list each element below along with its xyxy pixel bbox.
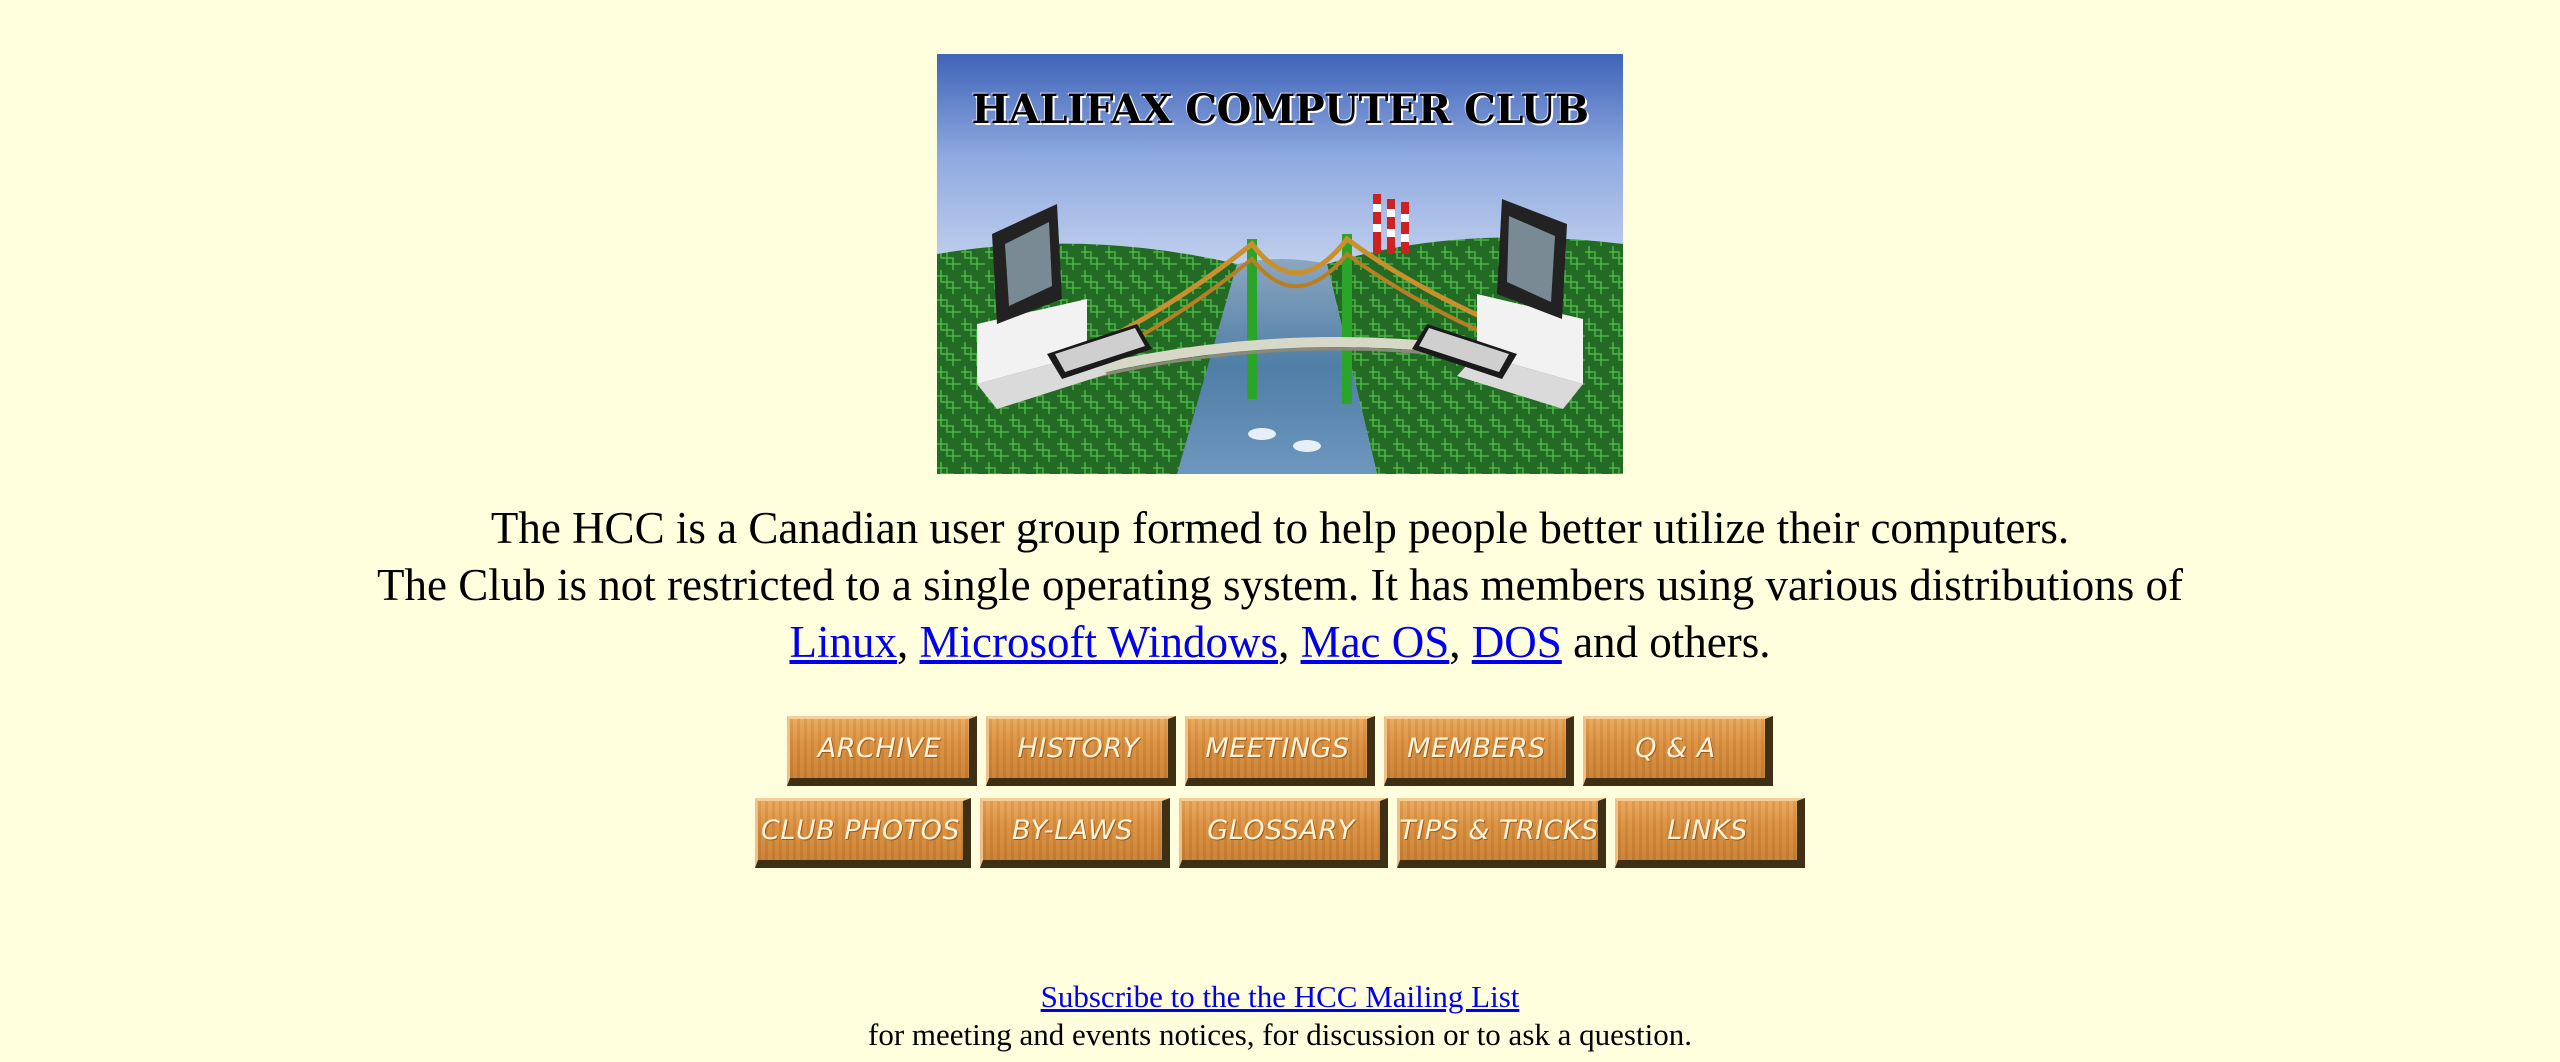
button-label: ARCHIVE bbox=[817, 733, 942, 764]
intro-text: The HCC is a Canadian user group formed … bbox=[0, 500, 2560, 671]
subscribe-mailing-list-link[interactable]: Subscribe to the the HCC Mailing List bbox=[1041, 979, 1520, 1014]
mailing-list-note: for meeting and events notices, for disc… bbox=[868, 1017, 1692, 1052]
button-label: MEMBERS bbox=[1407, 733, 1546, 764]
mailing-list-section: Subscribe to the the HCC Mailing List fo… bbox=[0, 978, 2560, 1054]
button-label: Q & A bbox=[1635, 733, 1716, 764]
separator: , bbox=[1278, 617, 1290, 667]
club-photos-button[interactable]: CLUB PHOTOS bbox=[755, 798, 971, 868]
page: HALIFAX COMPUTER CLUB The HCC is a Canad… bbox=[0, 0, 2560, 1062]
separator: , bbox=[1449, 617, 1461, 667]
button-label: CLUB PHOTOS bbox=[761, 815, 960, 846]
members-button[interactable]: MEMBERS bbox=[1384, 716, 1574, 786]
mac-os-link[interactable]: Mac OS bbox=[1301, 617, 1450, 667]
button-label: TIPS & TRICKS bbox=[1399, 815, 1599, 846]
glossary-button[interactable]: GLOSSARY bbox=[1179, 798, 1388, 868]
nav-row-1: ARCHIVE HISTORY MEETINGS MEMBERS Q & A bbox=[0, 716, 2560, 786]
tips-and-tricks-button[interactable]: TIPS & TRICKS bbox=[1397, 798, 1606, 868]
club-banner-image: HALIFAX COMPUTER CLUB bbox=[937, 54, 1623, 474]
links-button[interactable]: LINKS bbox=[1615, 798, 1805, 868]
button-label: BY-LAWS bbox=[1012, 815, 1133, 846]
button-label: GLOSSARY bbox=[1207, 815, 1355, 846]
meetings-button[interactable]: MEETINGS bbox=[1185, 716, 1375, 786]
intro-line-3: Linux, Microsoft Windows, Mac OS, DOS an… bbox=[0, 614, 2560, 671]
banner-title: HALIFAX COMPUTER CLUB bbox=[971, 86, 1589, 133]
by-laws-button[interactable]: BY-LAWS bbox=[980, 798, 1170, 868]
nav-row-2: CLUB PHOTOS BY-LAWS GLOSSARY TIPS & TRIC… bbox=[0, 798, 2560, 868]
intro-tail: and others. bbox=[1573, 617, 1771, 667]
intro-line-1: The HCC is a Canadian user group formed … bbox=[490, 503, 2070, 553]
separator: , bbox=[896, 617, 909, 667]
button-label: MEETINGS bbox=[1205, 733, 1350, 764]
intro-line-2: The Club is not restricted to a single o… bbox=[377, 560, 2183, 610]
microsoft-windows-link[interactable]: Microsoft Windows bbox=[919, 617, 1278, 667]
archive-button[interactable]: ARCHIVE bbox=[787, 716, 977, 786]
dos-link[interactable]: DOS bbox=[1472, 617, 1562, 667]
linux-link[interactable]: Linux bbox=[789, 617, 897, 667]
button-label: LINKS bbox=[1667, 815, 1748, 846]
history-button[interactable]: HISTORY bbox=[986, 716, 1176, 786]
q-and-a-button[interactable]: Q & A bbox=[1583, 716, 1773, 786]
button-label: HISTORY bbox=[1017, 733, 1140, 764]
